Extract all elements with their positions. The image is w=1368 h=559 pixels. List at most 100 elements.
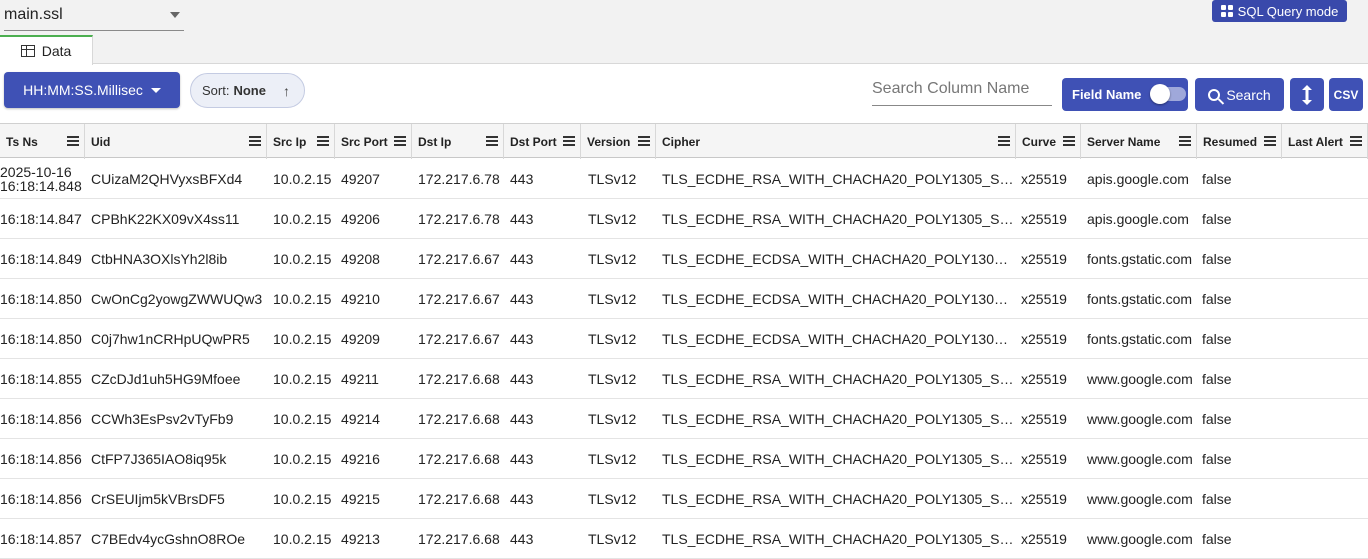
cell-cipher: TLS_ECDHE_ECDSA_WITH_CHACHA20_POLY1305_S… xyxy=(662,319,1014,359)
table-row[interactable]: 16:18:14.856 CtFP7J365IAO8iq95k 10.0.2.15 4… xyxy=(0,439,1368,479)
column-header-uid[interactable]: Uid xyxy=(85,124,267,159)
switch-knob xyxy=(1150,84,1170,104)
table-row[interactable]: 16:18:14.847 CPBhK22KX09vX4ss11 10.0.2.15 4… xyxy=(0,199,1368,239)
cell-value: false xyxy=(1202,491,1232,507)
cell-value: www.google.com xyxy=(1087,451,1193,467)
search-column-field[interactable] xyxy=(872,80,1052,106)
column-header-label: Dst Ip xyxy=(418,135,452,149)
tab-data-label: Data xyxy=(41,43,72,59)
cell-value: TLS_ECDHE_RSA_WITH_CHACHA20_POLY1305_SHA… xyxy=(662,211,1014,227)
table-row[interactable]: 2025-10-16 16:18:14.848 CUizaM2QHVyxsBFXd… xyxy=(0,159,1368,199)
table-row[interactable]: 16:18:14.850 CwOnCg2yowgZWWUQw3 10.0.2.15 4… xyxy=(0,279,1368,319)
cell-resumed: false xyxy=(1202,399,1280,439)
table-row[interactable]: 16:18:14.850 C0j7hw1nCRHpUQwPR5 10.0.2.15 4… xyxy=(0,319,1368,359)
column-header-src-port[interactable]: Src Port xyxy=(335,124,412,159)
column-menu-icon[interactable] xyxy=(67,136,79,146)
sort-button[interactable]: Sort: None ↑ xyxy=(190,73,305,108)
sql-query-mode-button[interactable]: SQL Query mode xyxy=(1212,0,1347,22)
search-column-input[interactable] xyxy=(872,80,1052,98)
column-menu-icon[interactable] xyxy=(317,136,329,146)
cell-server-name: apis.google.com xyxy=(1087,159,1195,199)
sort-prefix: Sort: xyxy=(202,83,230,98)
table-select[interactable]: main.ssl xyxy=(4,0,184,31)
cell-value: 10.0.2.15 xyxy=(273,211,332,227)
column-header-label: Curve xyxy=(1022,135,1057,149)
column-menu-icon[interactable] xyxy=(998,136,1010,146)
cell-value: TLSv12 xyxy=(588,251,637,267)
cell-value: CPBhK22KX09vX4ss11 xyxy=(91,211,240,227)
cell-value: TLS_ECDHE_ECDSA_WITH_CHACHA20_POLY1305_S… xyxy=(662,291,1014,307)
column-header-server-name[interactable]: Server Name xyxy=(1081,124,1197,159)
table-row[interactable]: 16:18:14.856 CCWh3EsPsv2vTyFb9 10.0.2.15 49… xyxy=(0,399,1368,439)
column-menu-icon[interactable] xyxy=(1179,136,1191,146)
search-button[interactable]: Search xyxy=(1195,78,1284,111)
column-menu-icon[interactable] xyxy=(394,136,406,146)
field-name-toggle-button[interactable]: Field Name xyxy=(1062,78,1188,111)
time-format-button[interactable]: HH:MM:SS.Millisec xyxy=(4,72,180,108)
row-height-button[interactable] xyxy=(1290,78,1324,111)
cell-value: false xyxy=(1202,291,1232,307)
cell-version: TLSv12 xyxy=(588,319,654,359)
cell-value: 16:18:14.856 xyxy=(0,451,82,467)
field-name-switch[interactable] xyxy=(1150,84,1186,104)
cell-value: 443 xyxy=(510,331,534,347)
column-menu-icon[interactable] xyxy=(249,136,261,146)
caret-down-icon xyxy=(150,87,161,93)
cell-server-name: www.google.com xyxy=(1087,399,1195,439)
cell-dst-port: 443 xyxy=(510,239,579,279)
cell-version: TLSv12 xyxy=(588,239,654,279)
table-row[interactable]: 16:18:14.856 CrSEUIjm5kVBrsDF5 10.0.2.15 49… xyxy=(0,479,1368,519)
column-menu-icon[interactable] xyxy=(1350,136,1362,146)
cell-resumed: false xyxy=(1202,319,1280,359)
column-header-cipher[interactable]: Cipher xyxy=(656,124,1016,159)
column-header-dst-port[interactable]: Dst Port xyxy=(504,124,581,159)
cell-value: 443 xyxy=(510,531,534,547)
column-header-label: Version xyxy=(587,135,631,149)
cell-value: x25519 xyxy=(1021,291,1067,307)
column-menu-icon[interactable] xyxy=(1063,136,1075,146)
cell-value: TLS_ECDHE_RSA_WITH_CHACHA20_POLY1305_SHA… xyxy=(662,371,1014,387)
cell-resumed: false xyxy=(1202,159,1280,199)
table-row[interactable]: 16:18:14.855 CZcDJd1uh5HG9Mfoee 10.0.2.15 4… xyxy=(0,359,1368,399)
csv-export-button[interactable]: CSV xyxy=(1329,78,1363,111)
cell-value: 49211 xyxy=(341,371,379,387)
column-header-resumed[interactable]: Resumed xyxy=(1197,124,1282,159)
table-row[interactable]: 16:18:14.857 C7BEdv4ycGshnO8ROe 10.0.2.15 4… xyxy=(0,519,1368,559)
column-menu-icon[interactable] xyxy=(638,136,650,146)
cell-dst-port: 443 xyxy=(510,359,579,399)
cell-value: TLSv12 xyxy=(588,491,637,507)
cell-value: 49209 xyxy=(341,331,380,347)
cell-cipher: TLS_ECDHE_RSA_WITH_CHACHA20_POLY1305_SHA… xyxy=(662,199,1014,239)
cell-cipher: TLS_ECDHE_RSA_WITH_CHACHA20_POLY1305_SHA… xyxy=(662,439,1014,479)
cell-curve: x25519 xyxy=(1021,279,1079,319)
column-menu-icon[interactable] xyxy=(486,136,498,146)
cell-value: fonts.gstatic.com xyxy=(1087,331,1193,347)
column-header-curve[interactable]: Curve xyxy=(1016,124,1081,159)
cell-value: 49208 xyxy=(341,251,380,267)
apps-icon xyxy=(1220,5,1233,17)
cell-version: TLSv12 xyxy=(588,399,654,439)
cell-dst-ip: 172.217.6.67 xyxy=(418,279,502,319)
column-menu-icon[interactable] xyxy=(1264,136,1276,146)
cell-value: 49210 xyxy=(341,291,380,307)
cell-last-alert xyxy=(1288,199,1366,239)
table-row[interactable]: 16:18:14.849 CtbHNA3OXlsYh2l8ib 10.0.2.15 4… xyxy=(0,239,1368,279)
cell-ts-ns: 16:18:14.855 xyxy=(0,359,83,399)
column-header-ts-ns[interactable]: Ts Ns xyxy=(0,124,85,159)
column-header-last-alert[interactable]: Last Alert xyxy=(1282,124,1368,159)
column-menu-icon[interactable] xyxy=(563,136,575,146)
cell-value: 10.0.2.15 xyxy=(273,331,332,347)
column-header-label: Src Ip xyxy=(273,135,307,149)
tab-data[interactable]: Data xyxy=(0,35,93,65)
cell-value: 10.0.2.15 xyxy=(273,491,332,507)
cell-value: false xyxy=(1202,411,1232,427)
cell-curve: x25519 xyxy=(1021,439,1079,479)
cell-src-ip: 10.0.2.15 xyxy=(273,479,333,519)
cell-value: x25519 xyxy=(1021,171,1067,187)
column-header-src-ip[interactable]: Src Ip xyxy=(267,124,335,159)
cell-dst-ip: 172.217.6.67 xyxy=(418,239,502,279)
cell-version: TLSv12 xyxy=(588,279,654,319)
column-header-version[interactable]: Version xyxy=(581,124,656,159)
cell-last-alert xyxy=(1288,159,1366,199)
column-header-dst-ip[interactable]: Dst Ip xyxy=(412,124,504,159)
